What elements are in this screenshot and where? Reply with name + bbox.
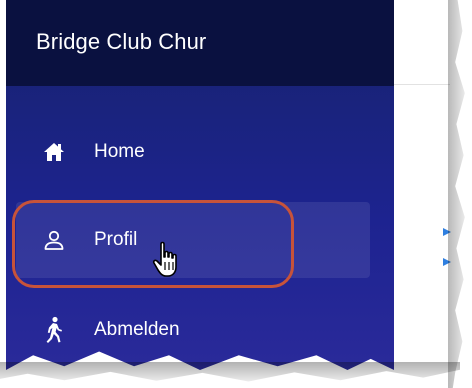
walking-person-icon	[40, 316, 68, 344]
torn-edge-shadow-bottom	[0, 362, 460, 382]
hand-pointer-cursor-icon	[152, 240, 186, 280]
brand-bar: Bridge Club Chur	[6, 0, 394, 86]
nav-item-abmelden[interactable]: Abmelden	[16, 292, 370, 368]
sidebar: Bridge Club Chur Home Profil Abmelden	[6, 0, 394, 370]
torn-edge-shadow-right	[448, 0, 465, 388]
screenshot-stage: Bridge Club Chur Home Profil Abmelden	[0, 0, 472, 388]
content-panel	[394, 0, 454, 370]
nav-item-home-label: Home	[94, 141, 145, 162]
home-icon	[40, 138, 68, 166]
nav-item-home[interactable]: Home	[16, 114, 370, 190]
nav-item-abmelden-label: Abmelden	[94, 319, 180, 340]
content-header-divider	[394, 84, 450, 85]
app-title[interactable]: Bridge Club Chur	[36, 29, 206, 55]
